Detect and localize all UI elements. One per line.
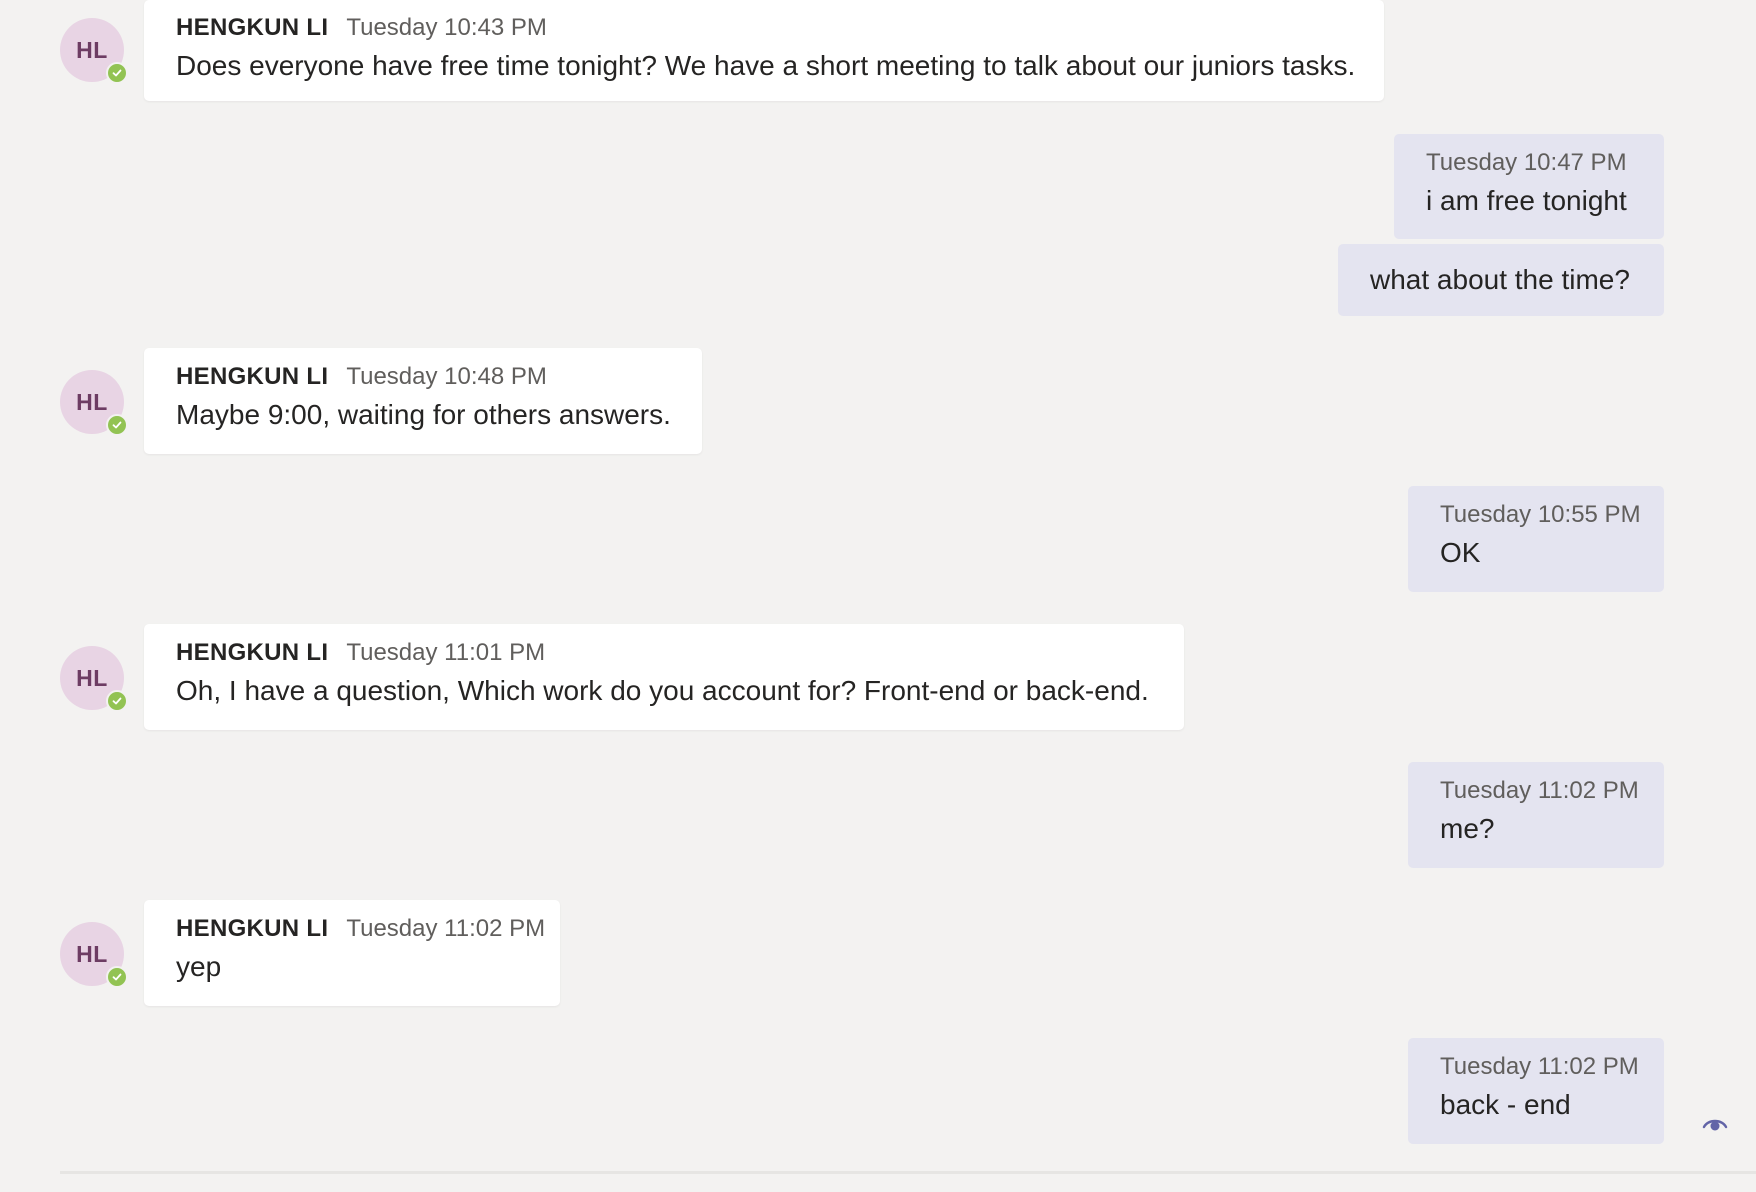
avatar-initials: HL <box>76 388 108 415</box>
message-text: Does everyone have free time tonight? We… <box>176 50 1356 81</box>
message-timestamp: Tuesday 10:47 PM <box>1426 149 1627 176</box>
avatar-initials: HL <box>76 940 108 967</box>
message-bubble-outgoing[interactable]: what about the time? <box>1338 244 1664 316</box>
avatar-initials: HL <box>76 664 108 691</box>
message-author: HENGKUN LI <box>176 363 329 390</box>
message-author: HENGKUN LI <box>176 14 329 41</box>
message-author: HENGKUN LI <box>176 915 329 942</box>
message-bubble-outgoing[interactable]: Tuesday 11:02 PM back - end <box>1408 1038 1664 1144</box>
available-check-icon <box>106 414 128 436</box>
message-timestamp: Tuesday 10:55 PM <box>1440 501 1641 528</box>
message-text: Maybe 9:00, waiting for others answers. <box>176 399 671 430</box>
available-check-icon <box>106 62 128 84</box>
message-text: back - end <box>1440 1089 1571 1120</box>
message-bubble-outgoing[interactable]: Tuesday 10:47 PM i am free tonight <box>1394 134 1664 239</box>
avatar[interactable]: HL <box>60 922 128 988</box>
message-bubble-incoming[interactable]: HENGKUN LI Tuesday 10:43 PM Does everyone… <box>144 0 1384 101</box>
message-text: OK <box>1440 537 1481 568</box>
message-timestamp: Tuesday 11:02 PM <box>1440 1053 1639 1080</box>
chat-thread: { "thread": { "messages": [ {"direction"… <box>0 0 1756 1192</box>
message-bubble-incoming[interactable]: HENGKUN LI Tuesday 11:02 PM yep <box>144 900 560 1006</box>
message-meta: HENGKUN LI Tuesday 11:01 PM <box>176 641 1152 665</box>
message-bubble-incoming[interactable]: HENGKUN LI Tuesday 10:48 PM Maybe 9:00, w… <box>144 348 702 454</box>
message-bubble-incoming[interactable]: HENGKUN LI Tuesday 11:01 PM Oh, I have a … <box>144 624 1184 730</box>
message-meta: HENGKUN LI Tuesday 10:48 PM <box>176 365 670 389</box>
message-text: yep <box>176 951 222 982</box>
avatar[interactable]: HL <box>60 18 128 84</box>
message-bubble-outgoing[interactable]: Tuesday 11:02 PM me? <box>1408 762 1664 868</box>
message-meta: HENGKUN LI Tuesday 11:02 PM <box>176 915 545 942</box>
avatar[interactable]: HL <box>60 646 128 712</box>
seen-eye-icon[interactable] <box>1702 1114 1728 1134</box>
avatar[interactable]: HL <box>60 370 128 436</box>
message-text: i am free tonight <box>1426 185 1627 216</box>
message-text: what about the time? <box>1370 264 1630 295</box>
message-timestamp: Tuesday 11:02 PM <box>346 915 546 942</box>
message-meta: HENGKUN LI Tuesday 10:43 PM <box>176 16 1352 40</box>
message-timestamp: Tuesday 11:02 PM <box>1440 777 1639 804</box>
composer-divider <box>60 1171 1756 1174</box>
avatar-initials: HL <box>76 36 108 63</box>
available-check-icon <box>106 966 128 988</box>
message-text: me? <box>1440 813 1495 844</box>
available-check-icon <box>106 690 128 712</box>
message-timestamp: Tuesday 10:48 PM <box>346 363 547 390</box>
message-author: HENGKUN LI <box>176 639 329 666</box>
message-bubble-outgoing[interactable]: Tuesday 10:55 PM OK <box>1408 486 1664 592</box>
message-text: Oh, I have a question, Which work do you… <box>176 675 1149 706</box>
message-timestamp: Tuesday 10:43 PM <box>346 14 547 41</box>
message-timestamp: Tuesday 11:01 PM <box>346 639 546 666</box>
